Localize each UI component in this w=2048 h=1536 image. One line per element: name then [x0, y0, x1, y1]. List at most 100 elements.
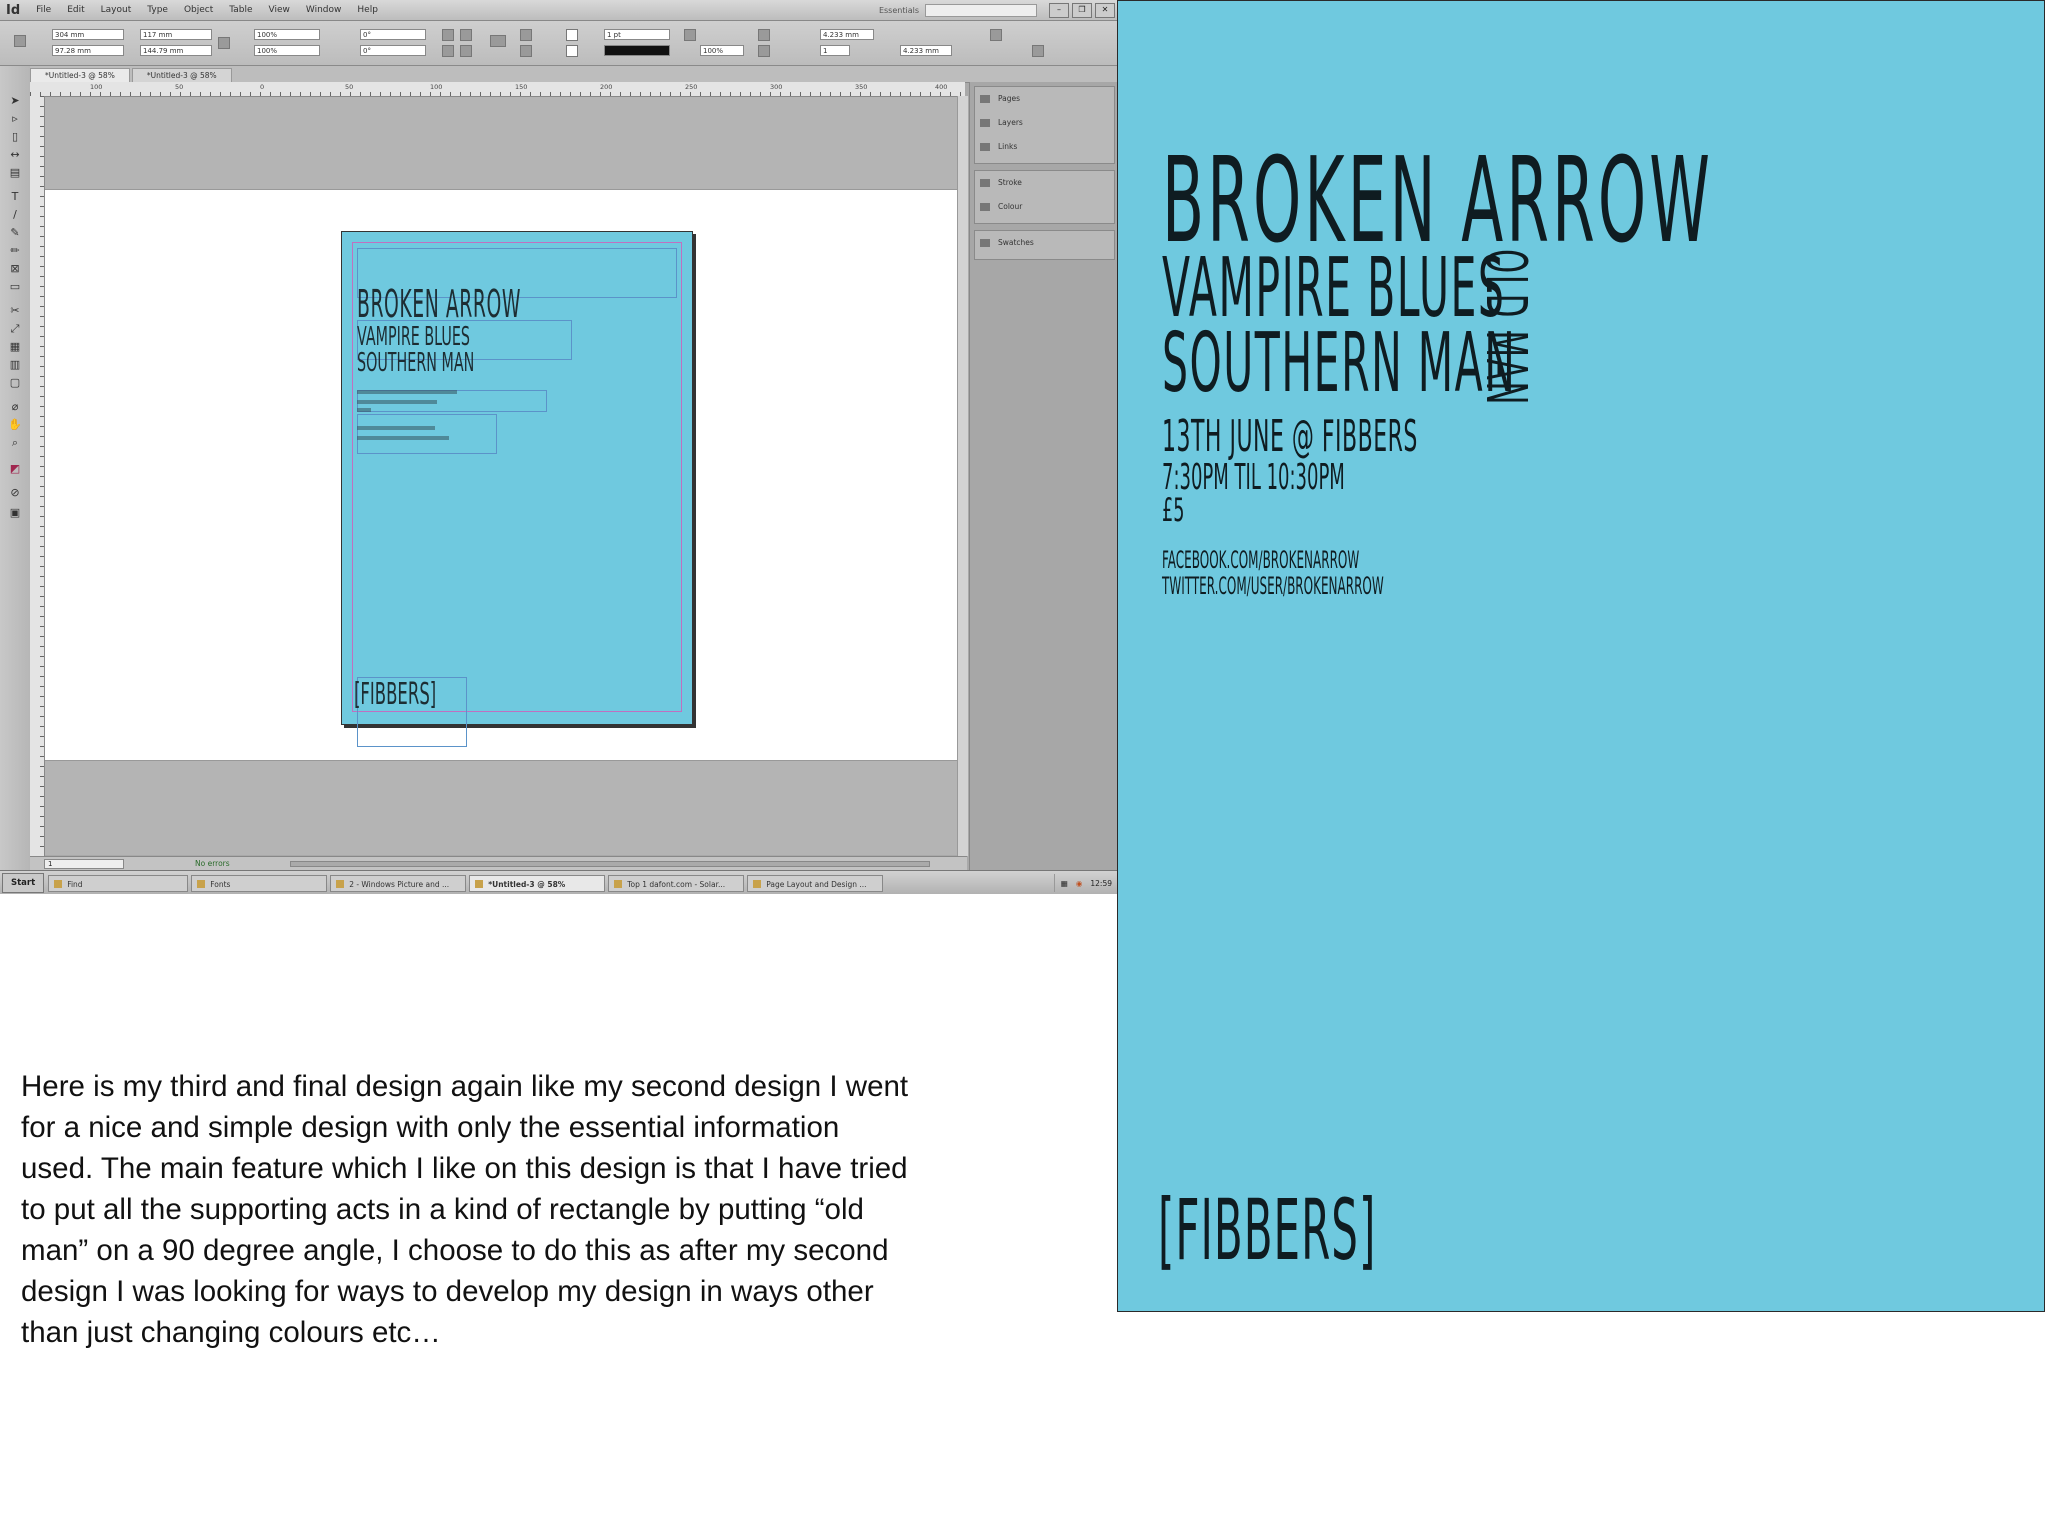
rectangle-tool-icon[interactable]: ▭ — [7, 280, 23, 294]
menu-object[interactable]: Object — [176, 5, 221, 15]
select-container-icon[interactable] — [520, 29, 532, 41]
taskbar-item[interactable]: Page Layout and Design ... — [747, 874, 884, 892]
menu-file[interactable]: File — [28, 5, 59, 15]
stroke-type-select[interactable] — [604, 45, 670, 56]
page-number-field[interactable]: 1 — [44, 859, 124, 869]
thumbnail-price-line — [357, 408, 371, 412]
gap-tool-icon[interactable]: ↔ — [7, 148, 23, 162]
note-tool-icon[interactable]: ▢ — [7, 376, 23, 390]
panel-stroke[interactable]: Stroke — [974, 174, 1115, 192]
flip-horizontal-icon[interactable] — [442, 45, 454, 57]
scale-y-field[interactable]: 100% — [254, 45, 320, 56]
taskbar-item[interactable]: 2 - Windows Picture and ... — [330, 874, 467, 892]
rotation-angle-field[interactable]: 0° — [360, 29, 426, 40]
minimize-button[interactable]: – — [1049, 2, 1069, 18]
close-button[interactable]: ✕ — [1095, 2, 1115, 18]
y-position-field[interactable]: 97.28 mm — [52, 45, 124, 56]
reference-point-icon[interactable] — [14, 35, 26, 47]
drop-shadow-icon[interactable] — [684, 29, 696, 41]
tools-panel: ➤ ▹ ▯ ↔ ▤ T / ✎ ✏ ⊠ ▭ ✂ ⤢ ▦ ▥ ▢ ⌀ ✋ ⌕ ◩ … — [0, 66, 31, 870]
flip-vertical-icon[interactable] — [460, 45, 472, 57]
menu-layout[interactable]: Layout — [93, 5, 140, 15]
horizontal-ruler[interactable]: 100 50 0 50 100 150 200 250 300 350 400 — [30, 82, 965, 97]
vertical-ruler[interactable] — [30, 96, 45, 856]
ruler-number: 200 — [600, 83, 613, 91]
x-position-field[interactable]: 304 mm — [52, 29, 124, 40]
panel-links[interactable]: Links — [974, 138, 1115, 156]
screen-mode-icon[interactable]: ▣ — [7, 506, 23, 520]
zoom-tool-icon[interactable]: ⌕ — [7, 436, 23, 450]
select-content-icon[interactable] — [520, 45, 532, 57]
direct-selection-tool-icon[interactable]: ▹ — [7, 112, 23, 126]
distribute-icon[interactable] — [990, 29, 1002, 41]
tray-security-icon[interactable]: ◉ — [1076, 879, 1083, 888]
taskbar-item[interactable]: Fonts — [191, 874, 328, 892]
thumbnail-twitter-line — [357, 436, 449, 440]
pen-tool-icon[interactable]: ✎ — [7, 226, 23, 240]
scale-x-field[interactable]: 100% — [254, 29, 320, 40]
shear-angle-field[interactable]: 0° — [360, 45, 426, 56]
align-icon[interactable] — [758, 45, 770, 57]
taskbar-item-active[interactable]: *Untitled-3 @ 58% — [469, 874, 606, 892]
start-button[interactable]: Start — [2, 873, 45, 893]
panel-layers[interactable]: Layers — [974, 114, 1115, 132]
workspace-switcher[interactable]: Essentials — [873, 6, 925, 15]
menu-edit[interactable]: Edit — [59, 5, 92, 15]
gutter-field[interactable]: 4.233 mm — [900, 45, 952, 56]
height-field[interactable]: 144.79 mm — [140, 45, 212, 56]
constrain-proportions-icon[interactable] — [218, 37, 230, 49]
tab-document-1[interactable]: *Untitled-3 @ 58% — [30, 68, 130, 82]
paragraph-icon[interactable] — [490, 35, 506, 47]
pencil-tool-icon[interactable]: ✏ — [7, 244, 23, 258]
fill-swatch-icon[interactable] — [566, 29, 578, 41]
type-tool-icon[interactable]: T — [7, 190, 23, 204]
help-search-input[interactable] — [925, 3, 1037, 17]
tab-document-2[interactable]: *Untitled-3 @ 58% — [131, 68, 232, 82]
eyedropper-tool-icon[interactable]: ⌀ — [7, 400, 23, 414]
taskbar-item[interactable]: Find — [48, 874, 189, 892]
preflight-status[interactable]: No errors — [195, 857, 230, 871]
content-collector-icon[interactable]: ▤ — [7, 166, 23, 180]
stroke-weight-field[interactable]: 1 pt — [604, 29, 670, 40]
tray-network-icon[interactable]: ▦ — [1061, 879, 1068, 888]
panel-dock: Pages Layers Links Stroke Colour Swatche… — [969, 82, 1118, 870]
menu-table[interactable]: Table — [221, 5, 260, 15]
fill-stroke-swatch-icon[interactable]: ◩ — [7, 462, 23, 476]
hand-tool-icon[interactable]: ✋ — [7, 418, 23, 432]
document-page[interactable]: BROKEN ARROW VAMPIRE BLUES SOUTHERN MAN … — [341, 231, 693, 747]
opacity-field[interactable]: 100% — [700, 45, 744, 56]
selection-tool-icon[interactable]: ➤ — [7, 94, 23, 108]
scissors-tool-icon[interactable]: ✂ — [7, 304, 23, 318]
apply-none-icon[interactable]: ⊘ — [7, 486, 23, 500]
page-tool-icon[interactable]: ▯ — [7, 130, 23, 144]
gradient-swatch-tool-icon[interactable]: ▦ — [7, 340, 23, 354]
ruler-number: 100 — [430, 83, 443, 91]
tray-clock[interactable]: 12:59 — [1090, 879, 1112, 888]
panel-menu-icon[interactable] — [1032, 45, 1044, 57]
offset-field[interactable]: 4.233 mm — [820, 29, 874, 40]
width-field[interactable]: 117 mm — [140, 29, 212, 40]
rotate-90-icon[interactable] — [442, 29, 454, 41]
menu-type[interactable]: Type — [139, 5, 176, 15]
panel-colour[interactable]: Colour — [974, 198, 1115, 216]
free-transform-tool-icon[interactable]: ⤢ — [7, 322, 23, 336]
text-wrap-icon[interactable] — [758, 29, 770, 41]
text-frame — [357, 414, 497, 454]
vertical-scrollbar[interactable] — [957, 96, 968, 856]
taskbar-item[interactable]: Top 1 dafont.com - Solar... — [608, 874, 745, 892]
columns-field[interactable]: 1 — [820, 45, 850, 56]
line-tool-icon[interactable]: / — [7, 208, 23, 222]
thumbnail-date-line — [357, 390, 457, 394]
horizontal-scrollbar[interactable] — [290, 861, 930, 867]
menu-view[interactable]: View — [261, 5, 298, 15]
panel-swatches[interactable]: Swatches — [974, 234, 1115, 252]
restore-button[interactable]: ❐ — [1072, 2, 1092, 18]
gradient-feather-tool-icon[interactable]: ▥ — [7, 358, 23, 372]
rotate-cw-icon[interactable] — [460, 29, 472, 41]
panel-pages[interactable]: Pages — [974, 90, 1115, 108]
stroke-swatch-icon[interactable] — [566, 45, 578, 57]
menu-help[interactable]: Help — [349, 5, 386, 15]
menu-window[interactable]: Window — [298, 5, 350, 15]
rectangle-frame-tool-icon[interactable]: ⊠ — [7, 262, 23, 276]
pasteboard[interactable]: BROKEN ARROW VAMPIRE BLUES SOUTHERN MAN … — [45, 97, 965, 855]
